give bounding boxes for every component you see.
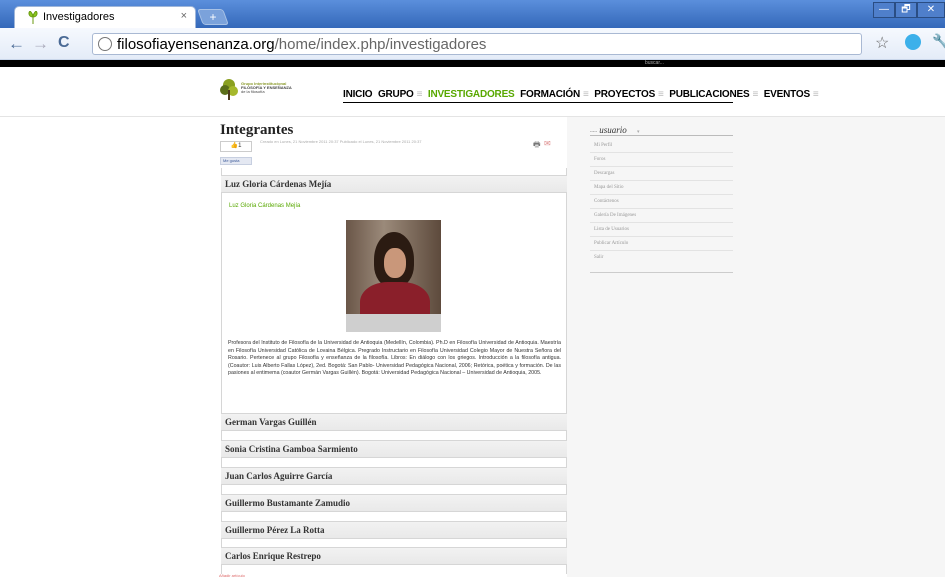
thumbs-up-icon: 👍 (230, 143, 239, 149)
researcher-header[interactable]: Luz Gloria Cárdenas Mejía (221, 175, 567, 193)
researcher-name: Sonia Cristina Gamboa Sarmiento (225, 444, 358, 454)
nav-eventos[interactable]: EVENTOS (764, 89, 810, 100)
researcher-name: Guillermo Pérez La Rotta (225, 525, 325, 535)
url-host: filosofiayensenanza.org (117, 36, 275, 53)
plus-icon: + (209, 10, 217, 24)
url-text: filosofiayensenanza.org/home/index.php/i… (117, 36, 486, 53)
top-black-bar (0, 60, 945, 67)
sidebar-bottom-line (590, 272, 733, 273)
plus-one-button[interactable]: 👍1 (220, 141, 252, 152)
researcher-header[interactable]: Guillermo Bustamante Zamudio (221, 494, 567, 512)
nav-separator: ≡ (812, 89, 819, 100)
sidebar-item-publish[interactable]: Publicar Artículo (590, 237, 733, 251)
researcher-bio: Profesora del Instituto de Filosofía de … (228, 340, 561, 377)
leaf-favicon-icon (28, 11, 38, 24)
dots-icon: ••••• (590, 129, 598, 134)
researcher-name: Guillermo Bustamante Zamudio (225, 498, 351, 508)
sidebar-item-users[interactable]: Lista de Usuarios (590, 223, 733, 237)
address-bar[interactable]: filosofiayensenanza.org/home/index.php/i… (92, 33, 862, 55)
sidebar-item-downloads[interactable]: Descargas (590, 167, 733, 181)
bookmark-star-icon[interactable]: ☆ (875, 33, 889, 53)
article-meta: Creado en Lunes, 21 Noviembre 2011 20:37… (260, 139, 422, 144)
close-window-button[interactable]: ✕ (917, 2, 945, 18)
researcher-header[interactable]: Sonia Cristina Gamboa Sarmiento (221, 440, 567, 458)
researcher-photo (346, 220, 441, 332)
nav-separator: ≡ (658, 89, 664, 100)
nav-publicaciones[interactable]: PUBLICACIONES (669, 89, 749, 100)
sidebar-item-gallery[interactable]: Galería De Imágenes (590, 209, 733, 223)
nav-grupo[interactable]: GRUPO (378, 89, 414, 100)
skype-extension-icon[interactable] (905, 34, 921, 50)
user-menu-label: usuario (599, 125, 627, 135)
fb-like-label: Me gusta (223, 158, 240, 163)
minimize-button[interactable]: — (873, 2, 895, 18)
leaf-logo-icon (220, 79, 238, 100)
maximize-button[interactable]: 🗗 (895, 2, 917, 18)
nav-underline (343, 102, 733, 103)
nav-separator: ≡ (752, 89, 759, 100)
sidebar-item-forums[interactable]: Foros (590, 153, 733, 167)
browser-tab[interactable]: Investigadores × (14, 6, 196, 28)
nav-investigadores[interactable]: INVESTIGADORES (428, 89, 515, 100)
logo-line-3: de la filosofía (241, 89, 265, 94)
sidebar-item-logout[interactable]: Salir (590, 251, 733, 265)
researcher-name: German Vargas Guillén (225, 417, 317, 427)
reload-button[interactable]: C (58, 34, 70, 52)
researcher-name: Carlos Enrique Restrepo (225, 551, 321, 561)
researcher-name: Juan Carlos Aguirre García (225, 471, 333, 481)
sidebar-item-sitemap[interactable]: Mapa del Sitio (590, 181, 733, 195)
main-nav: INICIO GRUPO ≡ INVESTIGADORES FORMACIÓN ≡ … (343, 89, 822, 100)
url-path: /home/index.php/investigadores (274, 36, 487, 53)
like-count: 1 (238, 143, 242, 149)
fb-like-button[interactable]: Me gusta (220, 157, 252, 165)
print-icon[interactable]: 🖶 (533, 139, 541, 153)
email-icon[interactable]: ✉ (544, 139, 551, 148)
researcher-header[interactable]: Guillermo Pérez La Rotta (221, 521, 567, 539)
nav-separator: ≡ (416, 89, 423, 100)
search-field[interactable]: buscar... (645, 60, 664, 67)
nav-separator: ≡ (583, 89, 589, 100)
site-logo[interactable]: Grupo Interinstitucional FILOSOFÍA Y ENS… (220, 78, 310, 100)
user-menu-title[interactable]: ••••• usuario ▾ (590, 125, 640, 135)
sidebar-item-contact[interactable]: Contáctenos (590, 195, 733, 209)
tab-title: Investigadores (43, 11, 115, 23)
researcher-name: Luz Gloria Cárdenas Mejía (225, 179, 332, 189)
address-toolbar: ← → C filosofiayensenanza.org/home/index… (0, 28, 945, 60)
wrench-menu-icon[interactable]: 🔧 (932, 33, 945, 50)
researcher-detail-name[interactable]: Luz Gloria Cárdenas Mejía (229, 203, 300, 209)
nav-proyectos[interactable]: PROYECTOS (594, 89, 655, 100)
researcher-header[interactable]: Juan Carlos Aguirre García (221, 467, 567, 485)
researcher-header[interactable]: Carlos Enrique Restrepo (221, 547, 567, 565)
forward-button[interactable]: → (32, 34, 49, 54)
nav-inicio[interactable]: INICIO (343, 89, 373, 100)
page-title: Integrantes (220, 122, 294, 138)
browser-tab-strip: Investigadores × + — 🗗 ✕ (0, 0, 945, 28)
globe-icon (98, 37, 112, 51)
add-article-link[interactable]: Añadir artículo (219, 573, 245, 578)
new-tab-button[interactable]: + (197, 9, 229, 25)
sidebar-item-profile[interactable]: Mi Perfil (590, 139, 733, 153)
nav-formacion[interactable]: FORMACIÓN (520, 89, 580, 100)
sidebar-divider (590, 135, 733, 136)
back-button[interactable]: ← (8, 34, 25, 54)
tab-close-icon[interactable]: × (181, 10, 187, 22)
researcher-header[interactable]: German Vargas Guillén (221, 413, 567, 431)
